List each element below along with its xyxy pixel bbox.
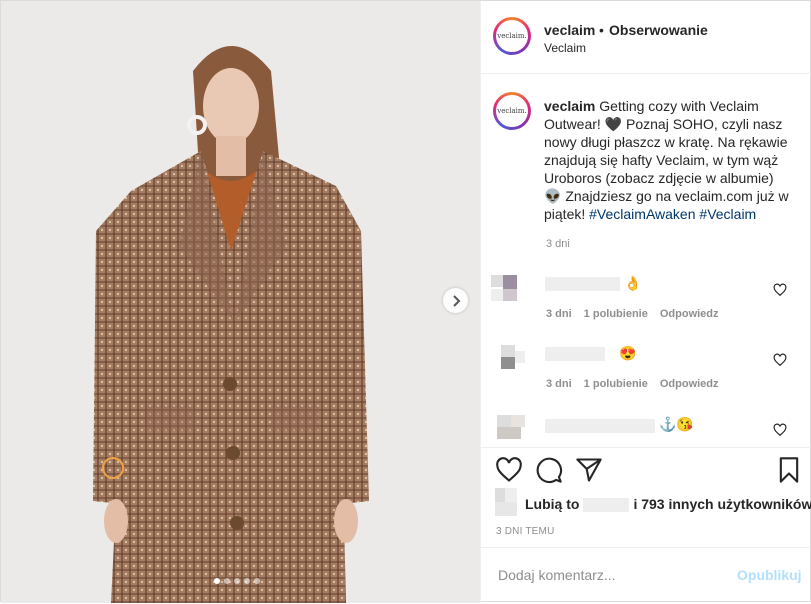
caption-avatar[interactable]: veclaim. — [493, 92, 531, 130]
next-image-button[interactable] — [443, 288, 468, 313]
heart-icon[interactable] — [773, 423, 787, 437]
blurred-avatar — [491, 275, 517, 301]
comment-input[interactable] — [496, 566, 720, 584]
heart-icon[interactable] — [495, 456, 523, 484]
comment-text: 👌 — [624, 275, 642, 291]
blurred-username[interactable] — [545, 347, 605, 361]
commenter-avatar[interactable] — [491, 337, 527, 373]
comment-item: ⚓😘 — [481, 403, 811, 447]
liker-avatar[interactable] — [493, 488, 519, 516]
likes-count-link[interactable]: i 793 innych użytkowników — [633, 496, 811, 512]
post-date[interactable]: 3 DNI TEMU — [496, 526, 555, 537]
commenter-avatar[interactable] — [491, 267, 527, 303]
model-in-checked-coat-image — [1, 1, 480, 603]
post-caption: veclaim Getting cozy with Veclaim Outwea… — [544, 97, 789, 223]
reply-button[interactable]: Odpowiedz — [660, 378, 719, 390]
comment-likes[interactable]: 1 polubienie — [584, 308, 648, 320]
hashtag-link[interactable]: #Veclaim — [699, 206, 756, 222]
heart-icon[interactable] — [773, 283, 787, 297]
caption-text: Getting cozy with Veclaim Outwear! 🖤 Poz… — [544, 98, 789, 222]
author-avatar[interactable]: veclaim. — [493, 17, 531, 55]
publish-button[interactable]: Opublikuj — [737, 567, 802, 583]
post-side-panel: veclaim. veclaim • Obserwowanie Veclaim … — [480, 1, 811, 603]
comment-icon[interactable] — [535, 456, 563, 484]
comment-time[interactable]: 3 dni — [546, 308, 572, 320]
blurred-avatar — [497, 415, 525, 439]
blurred-avatar — [501, 345, 525, 369]
blurred-username[interactable] — [545, 419, 655, 433]
comment-meta: 3 dni 1 polubienie Odpowiedz — [546, 308, 731, 320]
chevron-right-icon — [452, 294, 460, 307]
blurred-liker-name[interactable] — [583, 498, 630, 513]
hashtag-link[interactable]: #VeclaimAwaken — [589, 206, 695, 222]
carousel-dot — [244, 578, 250, 584]
carousel-dot — [214, 578, 220, 584]
carousel-dot — [234, 578, 240, 584]
post-header: veclaim. veclaim • Obserwowanie Veclaim — [481, 1, 811, 74]
comment-likes[interactable]: 1 polubienie — [584, 378, 648, 390]
post-actions: Lubią to i 793 innych użytkowników 3 DNI … — [481, 447, 811, 558]
commenter-avatar[interactable] — [491, 407, 527, 443]
avatar-logo: veclaim. — [496, 95, 528, 127]
heart-icon[interactable] — [773, 353, 787, 367]
post-photo[interactable] — [1, 1, 480, 603]
bookmark-icon[interactable] — [775, 456, 803, 484]
likes-prefix: Lubią to — [525, 496, 580, 512]
comment-text: 😍 — [619, 345, 637, 361]
avatar-logo: veclaim. — [496, 20, 528, 52]
comment-meta: 3 dni 1 polubienie Odpowiedz — [546, 378, 731, 390]
follow-button[interactable]: Obserwowanie — [609, 22, 708, 38]
add-comment-bar: Opublikuj — [481, 547, 811, 604]
author-subtitle[interactable]: Veclaim — [544, 41, 586, 55]
comment-text: ⚓😘 — [659, 416, 694, 432]
comment-item: 😍 3 dni 1 polubienie Odpowiedz — [481, 333, 811, 393]
comment-time[interactable]: 3 dni — [546, 378, 572, 390]
paper-plane-icon[interactable] — [575, 456, 603, 484]
author-username[interactable]: veclaim — [544, 22, 595, 38]
blurred-username[interactable] — [545, 277, 620, 291]
caption-time[interactable]: 3 dni — [546, 238, 570, 250]
carousel-indicator — [214, 578, 260, 584]
comment-item: 👌 3 dni 1 polubienie Odpowiedz — [481, 263, 811, 323]
header-separator: • — [599, 22, 604, 38]
likes-summary: Lubią to i 793 innych użytkowników — [525, 496, 811, 513]
reply-button[interactable]: Odpowiedz — [660, 308, 719, 320]
caption-username[interactable]: veclaim — [544, 98, 595, 114]
carousel-dot — [254, 578, 260, 584]
instagram-post: veclaim. veclaim • Obserwowanie Veclaim … — [0, 0, 811, 603]
carousel-dot — [224, 578, 230, 584]
